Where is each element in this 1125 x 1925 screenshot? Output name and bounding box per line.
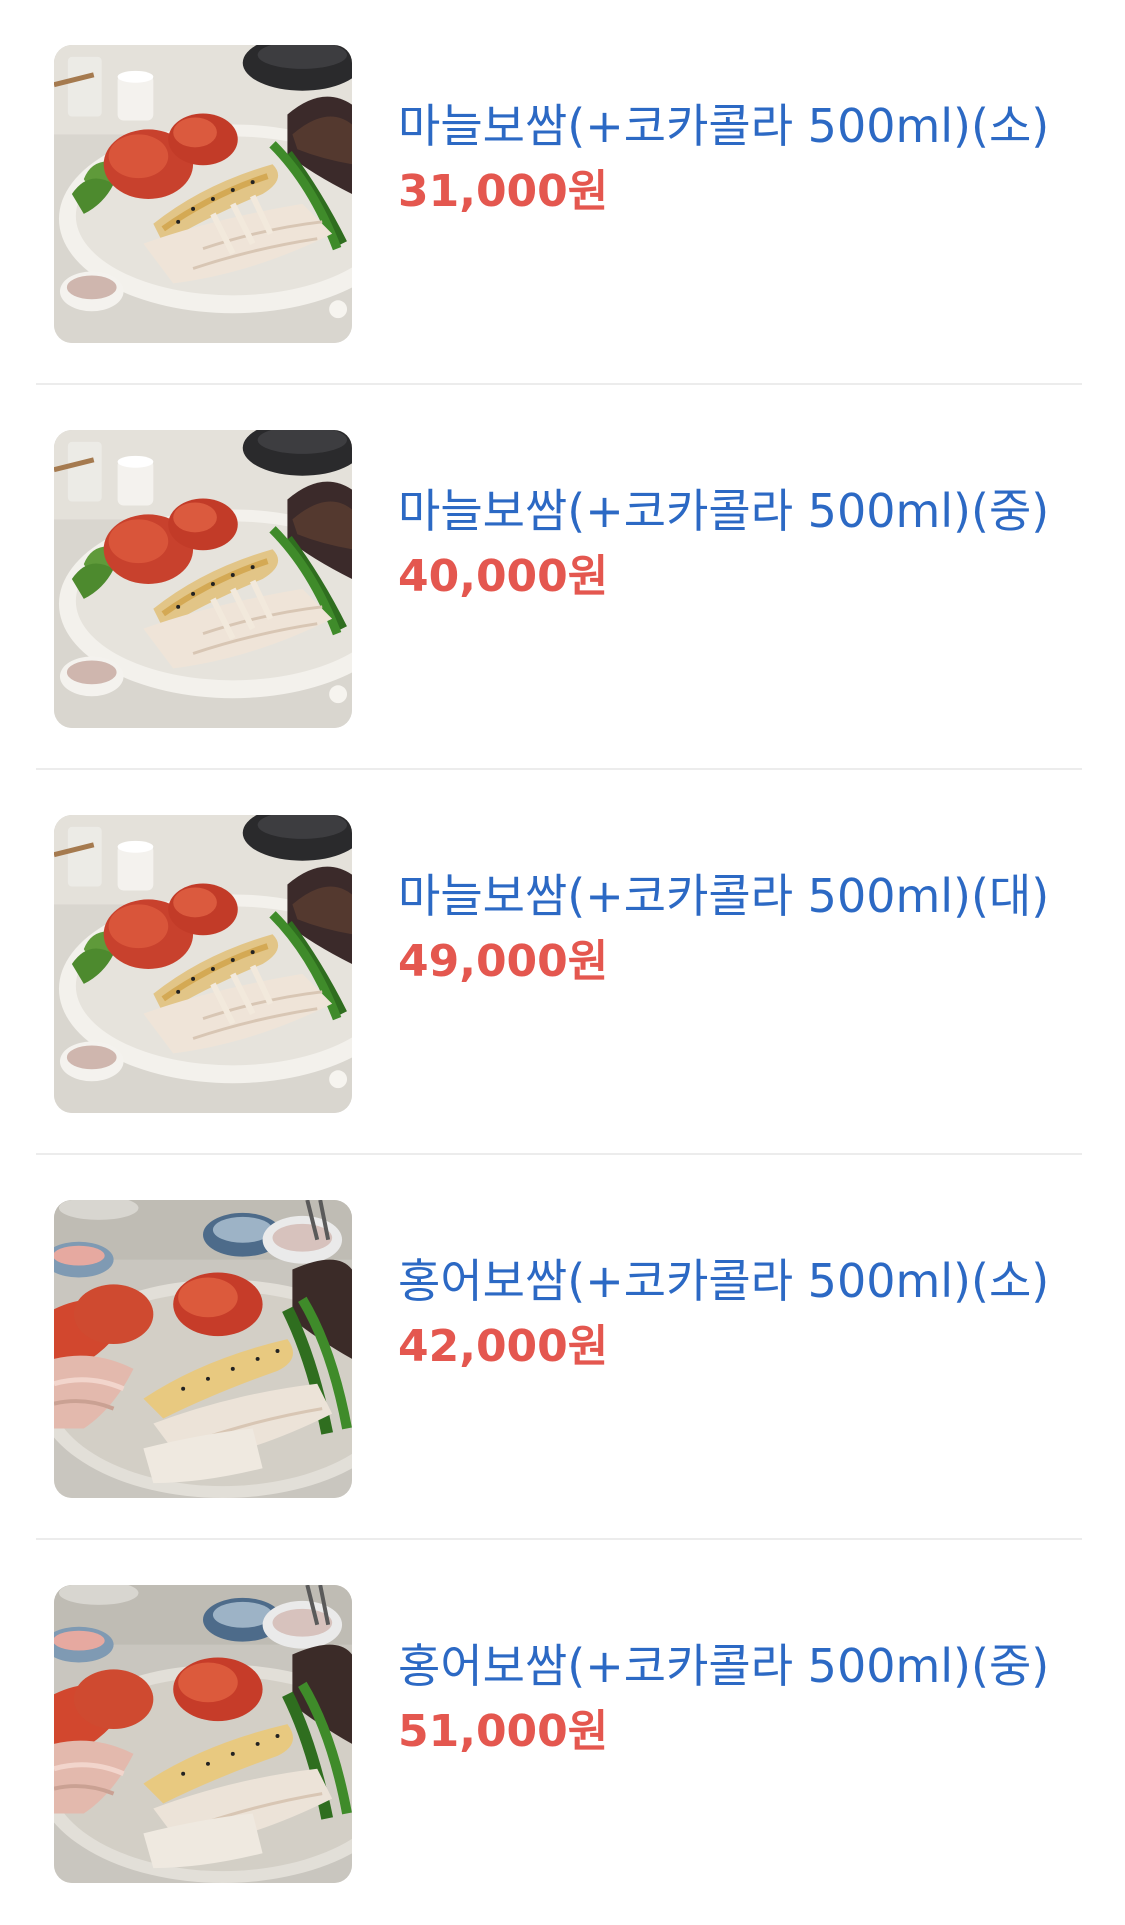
menu-item-info: 마늘보쌈(+코카콜라 500ml)(소) 31,000원	[398, 92, 1088, 222]
menu-item-image	[54, 1585, 352, 1883]
menu-item-info: 마늘보쌈(+코카콜라 500ml)(중) 40,000원	[398, 477, 1088, 607]
menu-item-price: 51,000원	[398, 1706, 609, 1757]
menu-item[interactable]: 홍어보쌈(+코카콜라 500ml)(소) 42,000원	[0, 1155, 1125, 1540]
menu-item-image	[54, 1200, 352, 1498]
menu-item-name: 마늘보쌈(+코카콜라 500ml)(대)	[398, 869, 1050, 923]
menu-item-name: 홍어보쌈(+코카콜라 500ml)(소)	[398, 1254, 1050, 1308]
menu-item-info: 홍어보쌈(+코카콜라 500ml)(소) 42,000원	[398, 1247, 1088, 1377]
menu-item-price: 40,000원	[398, 551, 609, 602]
menu-item-image	[54, 45, 352, 343]
menu-item-name: 마늘보쌈(+코카콜라 500ml)(중)	[398, 484, 1050, 538]
garlic-bossam-photo-icon	[54, 815, 352, 1113]
menu-item-price: 31,000원	[398, 166, 609, 217]
menu-item-info: 마늘보쌈(+코카콜라 500ml)(대) 49,000원	[398, 862, 1088, 992]
menu-item[interactable]: 마늘보쌈(+코카콜라 500ml)(중) 40,000원	[0, 385, 1125, 770]
menu-item-image	[54, 815, 352, 1113]
menu-item-image	[54, 430, 352, 728]
garlic-bossam-photo-icon	[54, 45, 352, 343]
menu-list: 마늘보쌈(+코카콜라 500ml)(소) 31,000원 마늘보쌈(+코카콜라 …	[0, 0, 1125, 1925]
menu-item-name: 홍어보쌈(+코카콜라 500ml)(중)	[398, 1639, 1050, 1693]
menu-item[interactable]: 홍어보쌈(+코카콜라 500ml)(중) 51,000원	[0, 1540, 1125, 1925]
menu-item-name: 마늘보쌈(+코카콜라 500ml)(소)	[398, 99, 1050, 153]
skate-bossam-photo-icon	[54, 1200, 352, 1498]
menu-item[interactable]: 마늘보쌈(+코카콜라 500ml)(대) 49,000원	[0, 770, 1125, 1155]
skate-bossam-photo-icon	[54, 1585, 352, 1883]
garlic-bossam-photo-icon	[54, 430, 352, 728]
menu-item-info: 홍어보쌈(+코카콜라 500ml)(중) 51,000원	[398, 1632, 1088, 1762]
menu-item-price: 49,000원	[398, 936, 609, 987]
menu-item[interactable]: 마늘보쌈(+코카콜라 500ml)(소) 31,000원	[0, 0, 1125, 385]
menu-item-price: 42,000원	[398, 1321, 609, 1372]
